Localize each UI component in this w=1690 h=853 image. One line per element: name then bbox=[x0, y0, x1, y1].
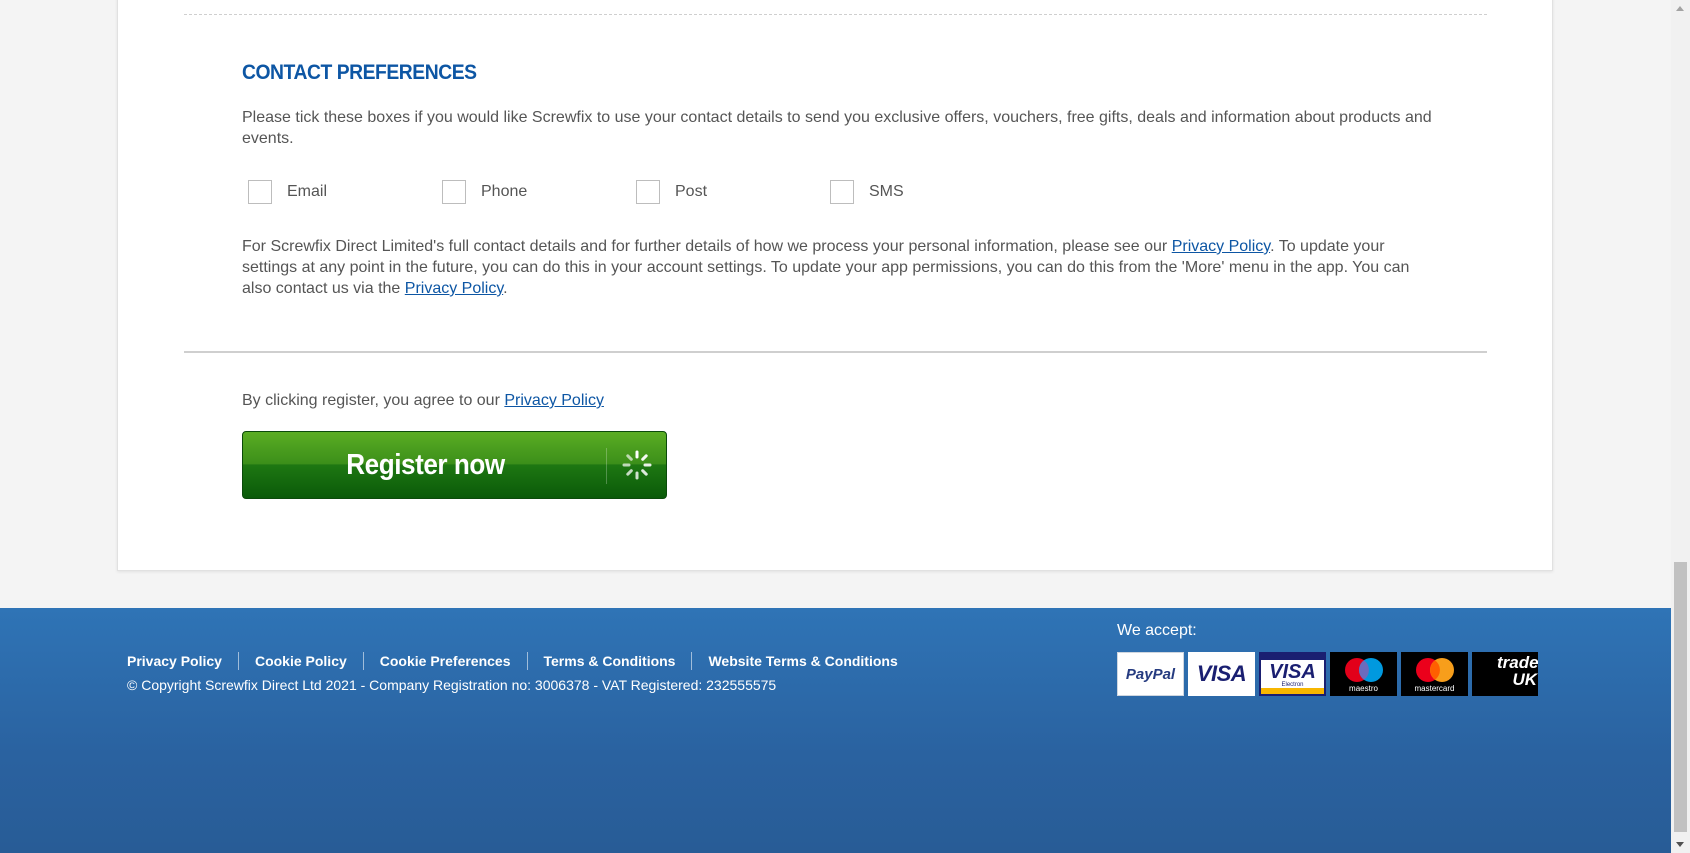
visa-card-icon: VISA bbox=[1188, 652, 1255, 696]
scroll-up-arrow-icon[interactable] bbox=[1676, 6, 1684, 11]
phone-checkbox-label: Phone bbox=[481, 183, 528, 200]
trade-uk-card-icon: trade UK bbox=[1472, 652, 1538, 696]
footer-link-divider bbox=[237, 652, 239, 670]
section-divider-dashed bbox=[184, 14, 1487, 15]
email-checkbox[interactable] bbox=[248, 180, 272, 204]
email-checkbox-label: Email bbox=[287, 183, 328, 200]
phone-checkbox[interactable] bbox=[442, 180, 466, 204]
post-checkbox-option[interactable]: Post bbox=[636, 180, 707, 204]
footer-link-terms-conditions[interactable]: Terms & Conditions bbox=[544, 653, 676, 669]
post-checkbox[interactable] bbox=[636, 180, 660, 204]
scrollbar-thumb[interactable] bbox=[1674, 562, 1687, 832]
payment-methods: PayPal VISA VISA Electron maestro master… bbox=[1117, 652, 1538, 696]
footer-link-cookie-preferences[interactable]: Cookie Preferences bbox=[380, 653, 511, 669]
register-agreement-text: By clicking register, you agree to our P… bbox=[242, 392, 604, 410]
agreement-text: By clicking register, you agree to our bbox=[242, 392, 505, 409]
footer-link-website-terms[interactable]: Website Terms & Conditions bbox=[708, 653, 897, 669]
register-button-label: Register now bbox=[346, 449, 505, 481]
phone-checkbox-option[interactable]: Phone bbox=[442, 180, 527, 204]
page-viewport: CONTACT PREFERENCES Please tick these bo… bbox=[0, 0, 1671, 853]
loading-spinner-icon bbox=[622, 450, 652, 480]
email-checkbox-option[interactable]: Email bbox=[248, 180, 327, 204]
trade-uk-text: trade UK bbox=[1497, 653, 1538, 689]
vertical-scrollbar[interactable] bbox=[1671, 0, 1690, 853]
site-footer: Privacy Policy Cookie Policy Cookie Pref… bbox=[0, 608, 1671, 853]
footer-link-privacy-policy[interactable]: Privacy Policy bbox=[127, 653, 222, 669]
section-divider bbox=[184, 351, 1487, 353]
post-checkbox-label: Post bbox=[675, 183, 708, 200]
register-now-button[interactable]: Register now bbox=[242, 431, 667, 499]
privacy-details-part-3: . bbox=[503, 280, 508, 297]
paypal-card-icon: PayPal bbox=[1117, 652, 1184, 696]
privacy-policy-link[interactable]: Privacy Policy bbox=[1172, 238, 1270, 255]
mastercard-logo-icon bbox=[1415, 657, 1454, 682]
sms-checkbox-label: SMS bbox=[869, 183, 904, 200]
sms-checkbox[interactable] bbox=[830, 180, 854, 204]
maestro-card-icon: maestro bbox=[1330, 652, 1397, 696]
maestro-logo-icon bbox=[1344, 657, 1383, 682]
button-separator bbox=[606, 448, 607, 484]
contact-preferences-heading: CONTACT PREFERENCES bbox=[242, 61, 477, 84]
sms-checkbox-option[interactable]: SMS bbox=[830, 180, 904, 204]
footer-link-cookie-policy[interactable]: Cookie Policy bbox=[255, 653, 347, 669]
mastercard-card-icon: mastercard bbox=[1401, 652, 1468, 696]
footer-link-divider bbox=[362, 652, 364, 670]
copyright-text: © Copyright Screwfix Direct Ltd 2021 - C… bbox=[127, 677, 777, 693]
privacy-policy-link-2[interactable]: Privacy Policy bbox=[405, 280, 503, 297]
visa-electron-card-icon: VISA Electron bbox=[1259, 652, 1326, 696]
registration-card: CONTACT PREFERENCES Please tick these bo… bbox=[117, 0, 1553, 571]
mastercard-text: mastercard bbox=[1414, 683, 1455, 693]
agreement-privacy-policy-link[interactable]: Privacy Policy bbox=[504, 392, 604, 409]
maestro-text: maestro bbox=[1349, 683, 1378, 693]
paypal-text: PayPal bbox=[1125, 665, 1176, 683]
visa-text: VISA bbox=[1196, 661, 1247, 686]
footer-links: Privacy Policy Cookie Policy Cookie Pref… bbox=[127, 652, 898, 670]
privacy-details-part-1: For Screwfix Direct Limited's full conta… bbox=[242, 238, 1172, 255]
visa-electron-text: VISA bbox=[1269, 661, 1316, 683]
scroll-down-arrow-icon[interactable] bbox=[1676, 842, 1684, 847]
we-accept-label: We accept: bbox=[1117, 622, 1197, 639]
contact-preferences-intro: Please tick these boxes if you would lik… bbox=[242, 109, 1432, 147]
footer-link-divider bbox=[691, 652, 693, 670]
footer-link-divider bbox=[526, 652, 528, 670]
privacy-details-text: For Screwfix Direct Limited's full conta… bbox=[242, 236, 1442, 299]
